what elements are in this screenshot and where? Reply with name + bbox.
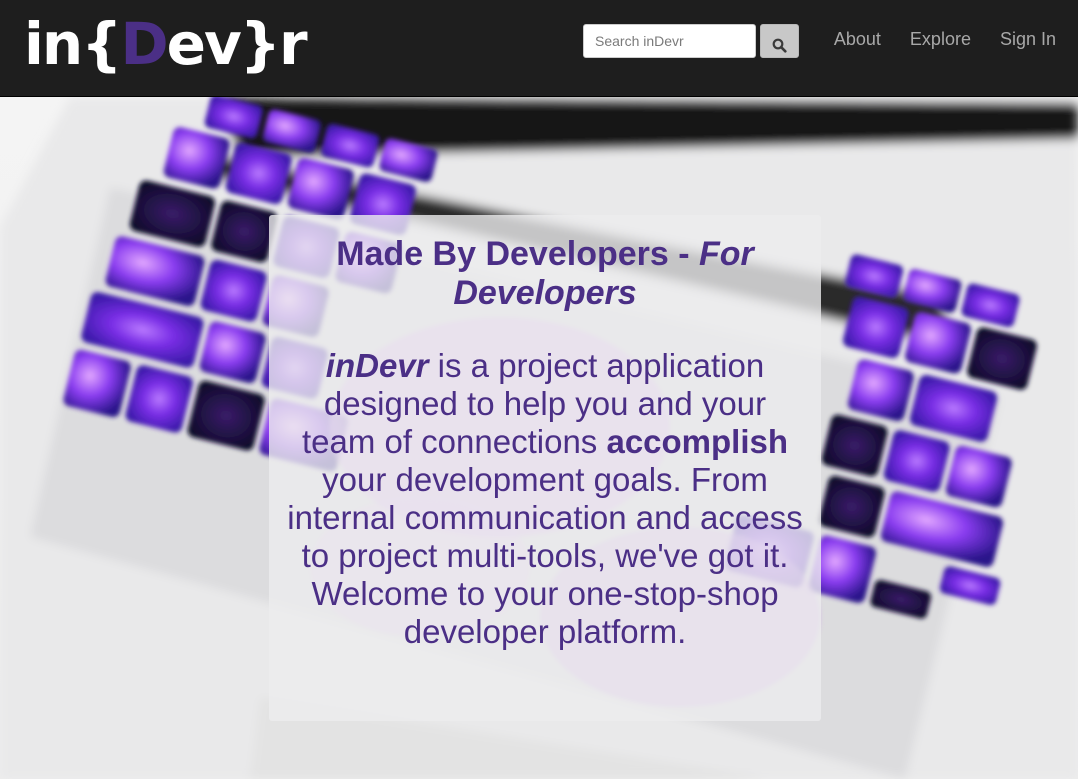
nav-links: About Explore Sign In [805,27,1056,51]
logo-accent-letter: D [120,10,168,78]
hero-description-part2: your development goals. From internal co… [287,461,803,650]
logo-suffix: ev}r [166,10,308,78]
hero-title: Made By Developers - For Developers [283,235,807,313]
brand-logo[interactable]: in{Dev}r [24,6,308,82]
logo-prefix: in{ [24,10,122,78]
hero-title-main: Made By Developers - [336,235,699,273]
search-button[interactable] [760,24,799,58]
nav-link-explore[interactable]: Explore [910,27,971,51]
hero-description: inDevr is a project application designed… [283,347,807,651]
navbar: in{Dev}r About Explore Sign In [0,0,1078,97]
hero-brand-name: inDevr [325,347,429,384]
search-icon [772,38,787,53]
intro-card: Made By Developers - For Developers inDe… [269,215,821,721]
nav-link-sign-in[interactable]: Sign In [1000,27,1056,51]
nav-link-about[interactable]: About [834,27,881,51]
hero-description-strong: accomplish [606,423,789,460]
search-input[interactable] [583,24,756,58]
